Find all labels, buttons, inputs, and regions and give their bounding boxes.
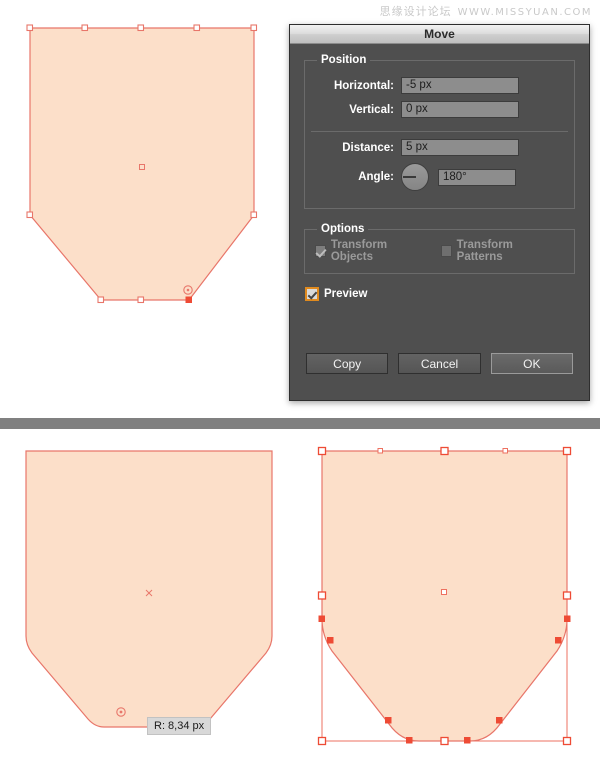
transform-objects-checkbox[interactable]: Transform Objects bbox=[315, 239, 421, 263]
dialog-button-bar: Copy Cancel OK bbox=[290, 353, 589, 374]
cancel-button[interactable]: Cancel bbox=[398, 353, 481, 374]
horizontal-label: Horizontal: bbox=[333, 79, 394, 92]
selected-anchor-point[interactable] bbox=[185, 296, 192, 303]
checkbox-icon[interactable] bbox=[315, 245, 326, 257]
options-group: Options Transform Objects Transform Patt… bbox=[304, 223, 575, 274]
angle-row: Angle: 180° bbox=[315, 163, 564, 191]
transform-objects-label: Transform Objects bbox=[330, 239, 388, 263]
shield-shape-selected-points[interactable] bbox=[0, 0, 289, 418]
position-group: Position Horizontal: -5 px Vertical: 0 p… bbox=[304, 54, 575, 209]
radius-tooltip: R: 8,34 px bbox=[147, 717, 212, 735]
copy-button[interactable]: Copy bbox=[306, 353, 389, 374]
shield-shape-bounding-box[interactable] bbox=[300, 429, 600, 783]
checkbox-icon[interactable] bbox=[305, 287, 319, 301]
options-checkbox-row: Transform Objects Transform Patterns bbox=[315, 239, 564, 263]
distance-label: Distance: bbox=[342, 141, 394, 154]
preview-label: Preview bbox=[324, 288, 368, 300]
transform-patterns-checkbox[interactable]: Transform Patterns bbox=[440, 239, 550, 263]
watermark: 思缘设计论坛 WWW.MISSYUAN.COM bbox=[380, 3, 592, 19]
preview-checkbox[interactable]: Preview bbox=[305, 287, 575, 301]
horizontal-input[interactable]: -5 px bbox=[401, 77, 519, 94]
angle-dial-needle bbox=[403, 176, 416, 178]
position-group-legend: Position bbox=[321, 54, 367, 66]
dialog-titlebar[interactable]: Move bbox=[290, 25, 589, 44]
vertical-row: Vertical: 0 px bbox=[315, 101, 564, 118]
horizontal-row: Horizontal: -5 px bbox=[315, 77, 564, 94]
center-point-marker bbox=[441, 589, 447, 595]
position-divider bbox=[311, 131, 568, 132]
transform-patterns-label: Transform Patterns bbox=[456, 239, 513, 263]
ok-button[interactable]: OK bbox=[490, 353, 573, 374]
vertical-label: Vertical: bbox=[349, 103, 394, 116]
angle-input[interactable]: 180° bbox=[438, 168, 516, 186]
checkbox-icon[interactable] bbox=[440, 245, 452, 257]
angle-label: Angle: bbox=[358, 171, 394, 183]
distance-row: Distance: 5 px bbox=[315, 139, 564, 156]
canvas-bottom-left: R: 8,34 px bbox=[0, 429, 300, 783]
dialog-title: Move bbox=[424, 27, 455, 41]
shield-path-selected bbox=[321, 450, 568, 742]
canvas-bottom-right bbox=[300, 429, 600, 783]
watermark-url: WWW.MISSYUAN.COM bbox=[457, 7, 592, 18]
move-dialog[interactable]: Move Position Horizontal: -5 px Vertical… bbox=[289, 24, 590, 401]
distance-input[interactable]: 5 px bbox=[401, 139, 519, 156]
angle-dial[interactable] bbox=[401, 163, 429, 191]
shield-path-rounded bbox=[25, 450, 273, 728]
section-divider bbox=[0, 418, 600, 429]
options-group-legend: Options bbox=[321, 223, 365, 235]
vertical-input[interactable]: 0 px bbox=[401, 101, 519, 118]
watermark-forum-name: 思缘设计论坛 bbox=[379, 5, 452, 18]
canvas-top-left bbox=[0, 0, 289, 418]
